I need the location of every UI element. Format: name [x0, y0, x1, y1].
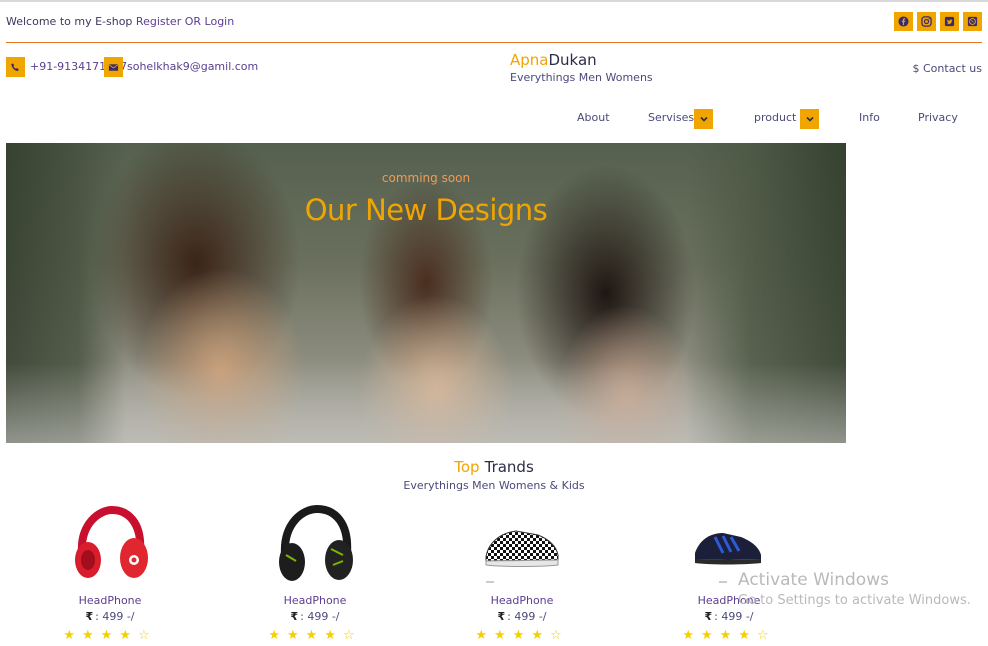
rupee-icon: ₹ — [290, 610, 299, 623]
product-price: ₹: 499 -/ — [452, 610, 592, 623]
or-text: OR — [184, 15, 202, 28]
brand-name-part2: Dukan — [548, 51, 597, 69]
product-price-value: : 499 -/ — [95, 610, 135, 623]
hero-heading: Our New Designs — [304, 193, 548, 227]
whatsapp-icon[interactable] — [963, 12, 982, 31]
watermark-title: Activate Windows — [738, 570, 889, 590]
product-price: ₹: 499 -/ — [659, 610, 799, 623]
contact-us-link[interactable]: $ Contact us — [913, 62, 983, 75]
product-card[interactable]: HeadPhone ₹: 499 -/ ★★★★☆ — [452, 505, 592, 646]
section-title: Top Trands — [0, 457, 988, 476]
product-name: HeadPhone — [78, 594, 142, 607]
rupee-icon: ₹ — [497, 610, 506, 623]
black-headphone-image — [279, 505, 353, 581]
section-title-part2: Trands — [484, 458, 534, 476]
welcome-message: Welcome to my E-shop Register OR Login — [6, 15, 234, 28]
welcome-text: Welcome to my E-shop — [6, 15, 133, 28]
product-price: ₹: 499 -/ — [40, 610, 180, 623]
main-nav: About Servises product Info Privacy — [0, 109, 988, 131]
hero-subheading: comming soon — [381, 171, 471, 185]
product-card[interactable]: HeadPhone ₹: 499 -/ ★★★★☆ — [245, 505, 385, 646]
hero-banner: comming soon Our New Designs — [6, 143, 846, 443]
nav-info[interactable]: Info — [859, 111, 880, 124]
brand-logo[interactable]: ApnaDukan Everythings Men Womens — [510, 50, 653, 84]
watermark-subtitle: Go to Settings to activate Windows. — [738, 593, 971, 608]
brand-name-part1: Apna — [510, 51, 549, 69]
servises-dropdown-chevron-icon[interactable] — [694, 109, 713, 129]
section-subtitle: Everythings Men Womens & Kids — [403, 479, 585, 492]
product-name: HeadPhone — [283, 594, 347, 607]
login-link[interactable]: Login — [205, 15, 235, 28]
top-bar: Welcome to my E-shop Register OR Login — [6, 12, 982, 36]
product-card[interactable]: HeadPhone ₹: 499 -/ ★★★★☆ — [40, 505, 180, 646]
section-title-part1: Top — [454, 458, 480, 476]
product-price: ₹: 499 -/ — [245, 610, 385, 623]
rating-stars: ★★★★☆ — [682, 628, 776, 643]
product-price-value: : 499 -/ — [507, 610, 547, 623]
instagram-icon[interactable] — [917, 12, 936, 31]
red-headphone-image — [75, 505, 148, 578]
social-links — [894, 12, 982, 31]
rating-stars: ★★★★☆ — [268, 628, 362, 643]
brand-tagline: Everythings Men Womens — [510, 71, 653, 84]
rupee-icon: ₹ — [704, 610, 713, 623]
top-border — [0, 0, 988, 2]
checkered-shoe-image — [485, 530, 559, 583]
product-price-value: : 499 -/ — [714, 610, 754, 623]
register-link[interactable]: Register — [136, 15, 181, 28]
rupee-icon: ₹ — [85, 610, 94, 623]
phone-icon — [6, 57, 25, 77]
nav-about[interactable]: About — [577, 111, 610, 124]
rating-stars: ★★★★☆ — [475, 628, 569, 643]
product-name: HeadPhone — [490, 594, 554, 607]
product-dropdown-chevron-icon[interactable] — [800, 109, 819, 129]
nav-privacy[interactable]: Privacy — [918, 111, 958, 124]
rating-stars: ★★★★☆ — [63, 628, 157, 643]
nav-servises[interactable]: Servises — [648, 111, 694, 124]
hero-background-road — [6, 363, 846, 443]
email-address[interactable]: sohelkhak9@gamil.com — [127, 60, 258, 73]
header-divider — [6, 42, 982, 43]
contact-row: +91-9134171517 sohelkhak9@gamil.com — [6, 57, 982, 81]
twitter-icon[interactable] — [940, 12, 959, 31]
facebook-icon[interactable] — [894, 12, 913, 31]
email-icon — [104, 57, 123, 77]
nav-product[interactable]: product — [754, 111, 796, 124]
product-price-value: : 499 -/ — [300, 610, 340, 623]
activate-windows-watermark: Activate Windows Go to Settings to activ… — [738, 570, 971, 608]
